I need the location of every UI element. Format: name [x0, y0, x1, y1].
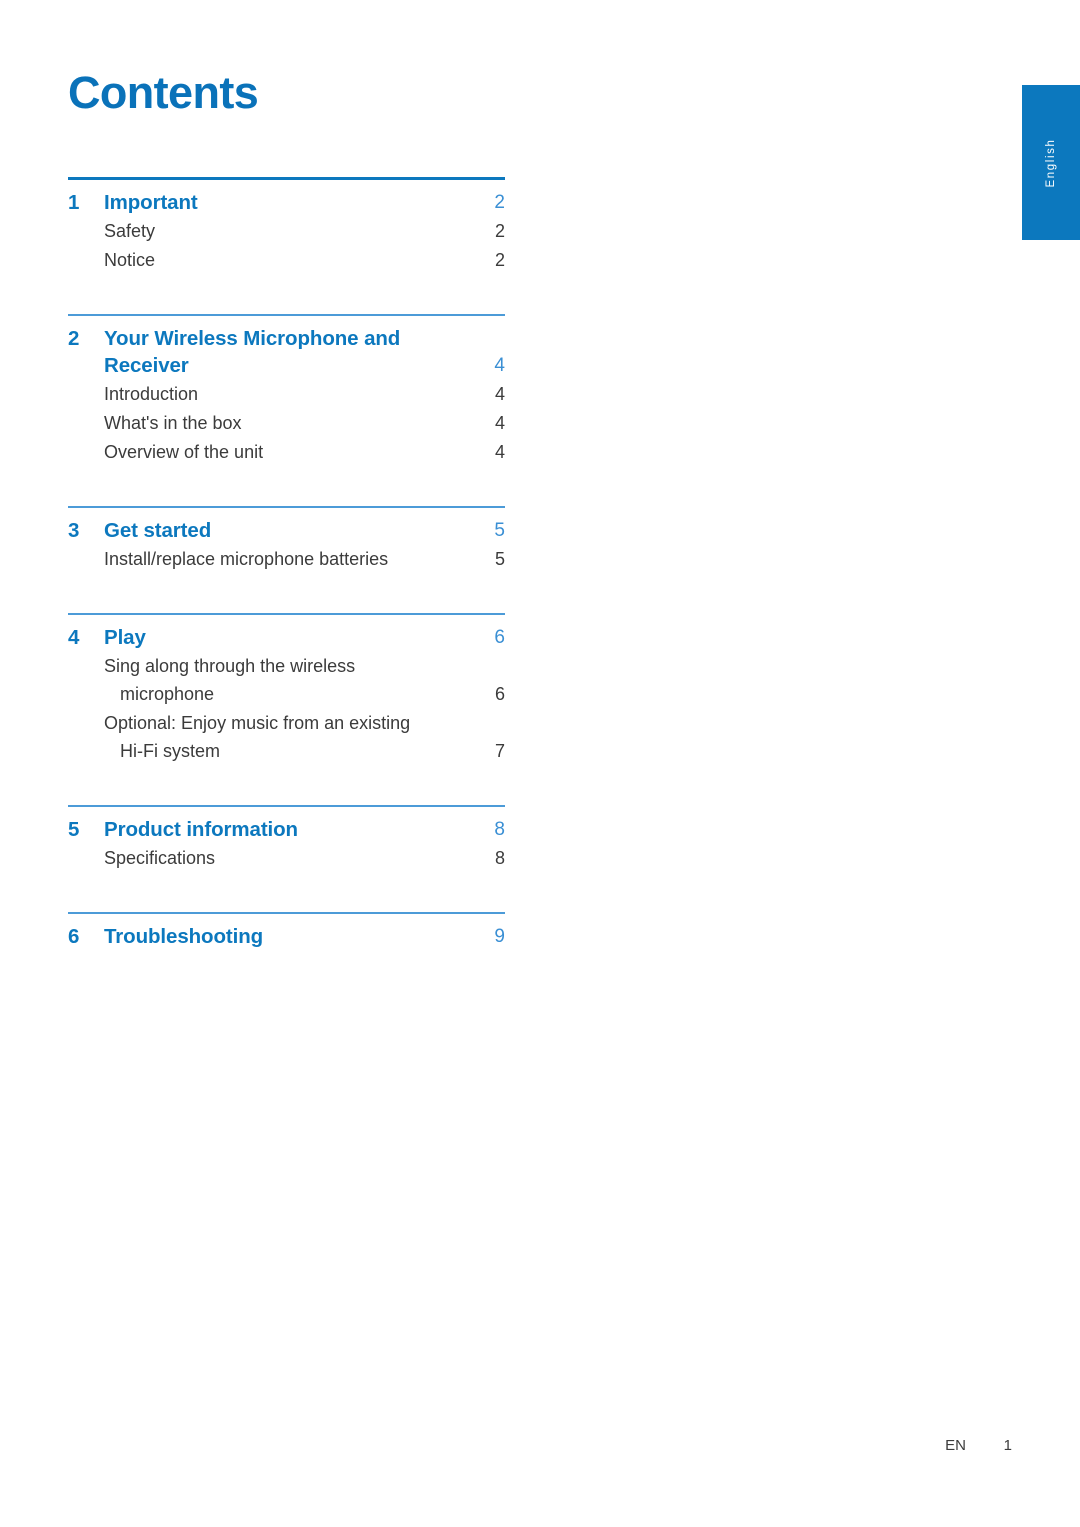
chapter-page-number: 2 — [494, 192, 505, 213]
chapter-title: Play — [104, 624, 463, 651]
chapter-spacer — [68, 466, 508, 506]
toc-chapter: 5 Product information 8 Specifications 8 — [68, 805, 508, 872]
entry-title-line: What's in the box — [104, 413, 242, 433]
toc-chapter-row[interactable]: 4 Play 6 — [68, 615, 505, 651]
chapter-number: 6 — [68, 925, 80, 948]
chapter-number: 4 — [68, 626, 80, 649]
entry-title: Install/replace microphone batteries — [104, 545, 463, 573]
toc-chapter: 1 Important 2 Safety 2 Notice 2 — [68, 177, 508, 274]
toc-entry-row[interactable]: Sing along through the wireless microphon… — [68, 651, 505, 708]
chapter-title-line: Play — [104, 626, 146, 649]
entry-title-line: Optional: Enjoy music from an existing — [104, 713, 411, 733]
toc-chapter: 3 Get started 5 Install/replace microphone … — [68, 506, 508, 573]
toc-chapter-row[interactable]: 5 Product information 8 — [68, 807, 505, 843]
chapter-page-number: 8 — [494, 819, 505, 840]
chapter-number: 5 — [68, 818, 80, 841]
toc-chapter-row[interactable]: 2 Your Wireless Microphone and Receiver 4 — [68, 316, 505, 379]
footer-language-code: EN — [945, 1437, 966, 1454]
toc-chapter: 6 Troubleshooting 9 — [68, 912, 508, 950]
toc-chapter-row[interactable]: 3 Get started 5 — [68, 508, 505, 544]
chapter-number: 3 — [68, 519, 80, 542]
toc-entry-row[interactable]: Overview of the unit 4 — [68, 437, 505, 466]
chapter-page-number: 9 — [494, 926, 505, 947]
chapter-title: Important — [104, 189, 463, 216]
entry-title: Specifications — [104, 844, 463, 872]
entry-title: Optional: Enjoy music from an existing Hi… — [104, 709, 463, 765]
chapter-title-line: Receiver — [104, 354, 189, 377]
entry-page-number: 6 — [494, 684, 505, 704]
toc-chapter-row[interactable]: 6 Troubleshooting 9 — [68, 914, 505, 950]
chapter-spacer — [68, 872, 508, 912]
entry-title-continuation: Hi-Fi system — [120, 741, 220, 761]
chapter-number: 2 — [68, 327, 80, 350]
entry-title: Introduction — [104, 380, 463, 408]
page-footer: EN 1 — [0, 1437, 1012, 1454]
toc-entry-row[interactable]: Introduction 4 — [68, 379, 505, 408]
chapter-title: Your Wireless Microphone and Receiver — [104, 325, 463, 379]
entry-page-number: 2 — [494, 221, 505, 241]
toc-entry-row[interactable]: Specifications 8 — [68, 843, 505, 872]
toc-chapter-list: 1 Important 2 Safety 2 Notice 2 2 Your Wireless … — [68, 177, 508, 950]
entry-title-line: Notice — [104, 250, 156, 270]
chapter-title: Get started — [104, 517, 463, 544]
entry-page-number: 4 — [494, 413, 505, 433]
chapter-title-line: Troubleshooting — [104, 925, 264, 948]
toc-entry-row[interactable]: Notice 2 — [68, 245, 505, 274]
toc-chapter-row[interactable]: 1 Important 2 — [68, 180, 505, 216]
chapter-spacer — [68, 274, 508, 314]
chapter-title-line: Product information — [104, 818, 298, 841]
entry-title-continuation: microphone — [120, 684, 215, 704]
chapter-title: Troubleshooting — [104, 923, 463, 950]
entry-title-line: Install/replace microphone batteries — [104, 549, 389, 569]
entry-page-number: 4 — [494, 442, 505, 462]
language-tab-english: English — [1022, 85, 1080, 240]
chapter-title-line: Your Wireless Microphone and — [104, 327, 401, 350]
toc-chapter: 4 Play 6 Sing along through the wireless mic… — [68, 613, 508, 765]
language-tab-label: English — [1045, 138, 1057, 187]
entry-title-line: Introduction — [104, 384, 199, 404]
entry-title: What's in the box — [104, 409, 463, 437]
chapter-page-number: 6 — [494, 627, 505, 648]
footer-page-number: 1 — [1003, 1437, 1012, 1454]
document-page: English Contents 1 Important 2 Safety 2 Notic… — [0, 0, 1080, 1527]
chapter-title: Product information — [104, 816, 463, 843]
entry-title: Overview of the unit — [104, 438, 463, 466]
toc-entry-row[interactable]: Safety 2 — [68, 216, 505, 245]
chapter-spacer — [68, 765, 508, 805]
entry-page-number: 8 — [494, 848, 505, 868]
chapter-number: 1 — [68, 191, 80, 214]
toc-entry-row[interactable]: Install/replace microphone batteries 5 — [68, 544, 505, 573]
chapter-spacer — [68, 573, 508, 613]
entry-page-number: 5 — [494, 549, 505, 569]
entry-page-number: 2 — [494, 250, 505, 270]
entry-title-line: Overview of the unit — [104, 442, 264, 462]
entry-title: Notice — [104, 246, 463, 274]
page-title: Contents — [68, 67, 259, 118]
chapter-title-line: Get started — [104, 519, 212, 542]
entry-page-number: 4 — [494, 384, 505, 404]
chapter-page-number: 5 — [494, 520, 505, 541]
entry-page-number: 7 — [494, 741, 505, 761]
toc-entry-row[interactable]: Optional: Enjoy music from an existing Hi… — [68, 708, 505, 765]
chapter-page-number: 4 — [494, 355, 505, 376]
table-of-contents: Contents 1 Important 2 Safety 2 Notice 2 2 Your … — [68, 70, 508, 950]
chapter-title-line: Important — [104, 191, 198, 214]
entry-title-line: Sing along through the wireless — [104, 656, 356, 676]
entry-title: Sing along through the wireless microphon… — [104, 652, 463, 708]
entry-title-line: Safety — [104, 221, 156, 241]
toc-chapter: 2 Your Wireless Microphone and Receiver 4 In… — [68, 314, 508, 466]
toc-entry-row[interactable]: What's in the box 4 — [68, 408, 505, 437]
entry-title-line: Specifications — [104, 848, 216, 868]
entry-title: Safety — [104, 217, 463, 245]
